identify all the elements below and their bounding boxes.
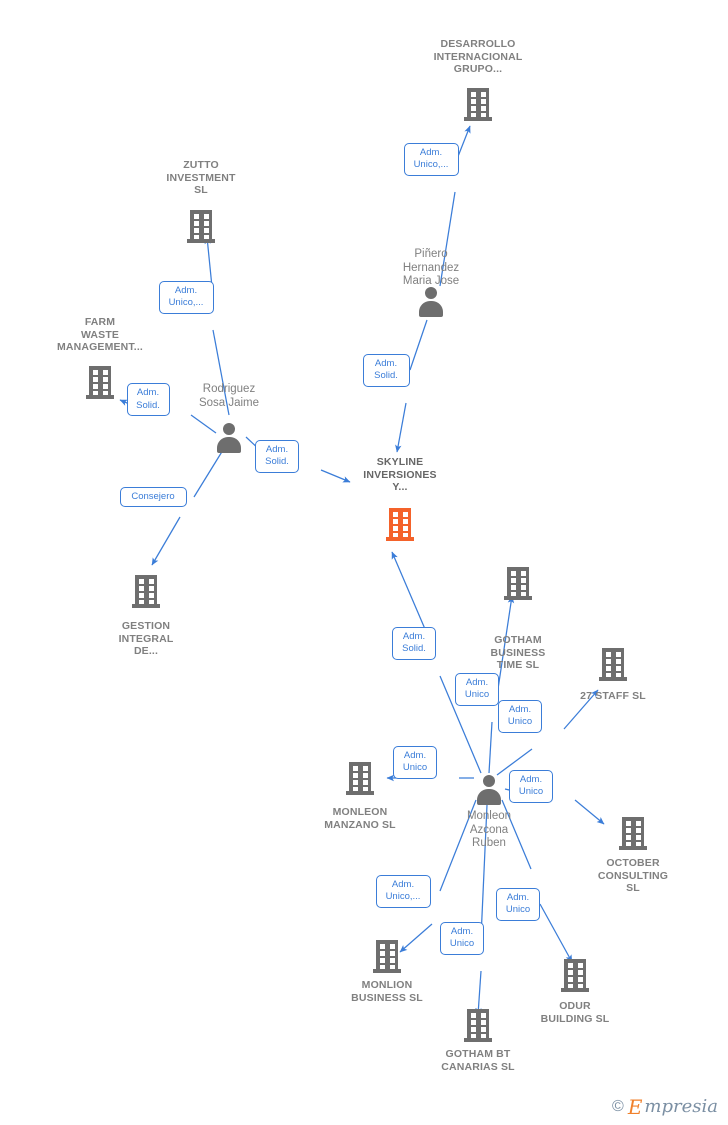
edge-label-monlion[interactable]: Adm. Unico,... (375, 874, 431, 908)
edge-label-farm[interactable]: Adm. Solid. (126, 383, 170, 416)
edge-label-staff27[interactable]: Adm. Unico (498, 699, 542, 733)
node-label: MONLION BUSINESS SL (351, 979, 423, 1004)
node-rodriguez[interactable]: Rodriguez Sosa Jaime (169, 383, 289, 453)
edge-pinero-to-desarrollo (456, 125, 471, 160)
edge-label-odur[interactable]: Adm. Unico (496, 887, 540, 921)
node-skyline[interactable]: SKYLINE INVERSIONES Y... (340, 456, 460, 541)
edge-ruben-to-monlion (399, 923, 433, 953)
node-icon-holder (599, 648, 627, 681)
company-building-icon (619, 817, 647, 850)
edge-rodriguez-to-gestion (193, 449, 224, 498)
node-farm[interactable]: FARM WASTE MANAGEMENT... (40, 316, 160, 399)
company-building-icon (504, 567, 532, 600)
edge-label-monleonman[interactable]: Adm. Unico (393, 745, 437, 779)
copyright-icon: © (612, 1098, 624, 1115)
node-ruben[interactable]: Monleon Azcona Ruben (429, 775, 549, 851)
node-zutto[interactable]: ZUTTO INVESTMENT SL (141, 159, 261, 243)
node-label: GOTHAM BUSINESS TIME SL (490, 634, 546, 671)
node-icon-holder (474, 774, 504, 806)
node-label: OCTOBER CONSULTING SL (597, 857, 669, 894)
node-monleonman[interactable]: MONLEON MANZANO SL (300, 762, 420, 831)
node-pinero[interactable]: Piñero Hernandez Maria Jose (371, 248, 491, 317)
node-label: DESARROLLO INTERNACIONAL GRUPO... (433, 38, 523, 75)
node-icon-holder (464, 88, 492, 121)
edge-rodriguez-to-gestion (151, 516, 181, 566)
diagram-canvas: DESARROLLO INTERNACIONAL GRUPO... ZUTTO I… (0, 0, 728, 1125)
edge-layer (119, 125, 605, 1016)
node-icon-holder (464, 1009, 492, 1042)
node-icon-holder (386, 508, 414, 541)
node-label: 27 STAFF SL (580, 690, 646, 702)
edge-label-pinero[interactable]: Adm. Solid. (362, 353, 410, 387)
node-october[interactable]: OCTOBER CONSULTING SL (573, 817, 693, 895)
edge-label-skyline-rs[interactable]: Adm. Solid. (255, 439, 299, 473)
node-odur[interactable]: ODUR BUILDING SL (515, 959, 635, 1025)
company-building-icon (561, 959, 589, 992)
empresia-watermark: © E mpresia (612, 1097, 718, 1117)
node-gothambt[interactable]: GOTHAM BT CANARIAS SL (418, 1009, 538, 1073)
node-icon-holder (132, 575, 160, 608)
edge-pinero-to-skyline (409, 319, 428, 371)
edge-label-gotham[interactable]: Adm. Unico (455, 672, 499, 706)
company-building-icon (386, 508, 414, 541)
node-label: Rodriguez Sosa Jaime (198, 383, 260, 409)
company-building-icon (599, 648, 627, 681)
node-icon-holder (86, 366, 114, 399)
edge-rodriguez-to-farm (190, 414, 217, 434)
person-icon (214, 422, 244, 454)
node-icon-holder (416, 286, 446, 318)
node-icon-holder (346, 762, 374, 795)
company-building-icon (373, 940, 401, 973)
edge-label-desarrollo[interactable]: Adm. Unico,... (403, 142, 459, 176)
edge-label-consejero[interactable]: Consejero (119, 487, 187, 507)
person-icon (474, 774, 504, 806)
node-gestion[interactable]: GESTION INTEGRAL DE... (86, 575, 206, 658)
company-building-icon (346, 762, 374, 795)
node-staff27[interactable]: 27 STAFF SL (553, 648, 673, 703)
brand-name: mpresia (644, 1096, 718, 1117)
node-gotham[interactable]: GOTHAM BUSINESS TIME SL (458, 567, 578, 672)
node-icon-holder (504, 567, 532, 600)
edge-label-zutto[interactable]: Adm. Unico,... (158, 280, 214, 314)
person-icon (416, 286, 446, 318)
edge-label-skyline-mr[interactable]: Adm. Solid. (392, 626, 436, 660)
node-label: SKYLINE INVERSIONES Y... (363, 456, 437, 493)
node-icon-holder (619, 817, 647, 850)
node-icon-holder (214, 422, 244, 454)
edge-pinero-to-skyline (395, 402, 407, 453)
node-icon-holder (561, 959, 589, 992)
node-label: Monleon Azcona Ruben (466, 810, 512, 849)
edge-label-october[interactable]: Adm. Unico (509, 769, 553, 803)
company-building-icon (187, 210, 215, 243)
company-building-icon (132, 575, 160, 608)
node-label: MONLEON MANZANO SL (324, 806, 396, 831)
node-label: GOTHAM BT CANARIAS SL (441, 1048, 515, 1073)
node-label: GESTION INTEGRAL DE... (118, 620, 174, 657)
node-label: ZUTTO INVESTMENT SL (166, 159, 236, 196)
node-label: FARM WASTE MANAGEMENT... (57, 316, 143, 353)
node-label: ODUR BUILDING SL (540, 1000, 610, 1025)
brand-initial: E (627, 1095, 643, 1119)
node-icon-holder (373, 940, 401, 973)
edge-ruben-to-gotham (488, 721, 493, 774)
edge-label-gothambt[interactable]: Adm. Unico (440, 921, 484, 955)
edge-ruben-to-october (574, 799, 605, 825)
company-building-icon (464, 1009, 492, 1042)
company-building-icon (464, 88, 492, 121)
node-monlion[interactable]: MONLION BUSINESS SL (327, 940, 447, 1004)
edge-ruben-to-odur (539, 903, 573, 963)
node-icon-holder (187, 210, 215, 243)
node-desarrollo[interactable]: DESARROLLO INTERNACIONAL GRUPO... (418, 38, 538, 121)
company-building-icon (86, 366, 114, 399)
node-label: Piñero Hernandez Maria Jose (402, 248, 460, 287)
